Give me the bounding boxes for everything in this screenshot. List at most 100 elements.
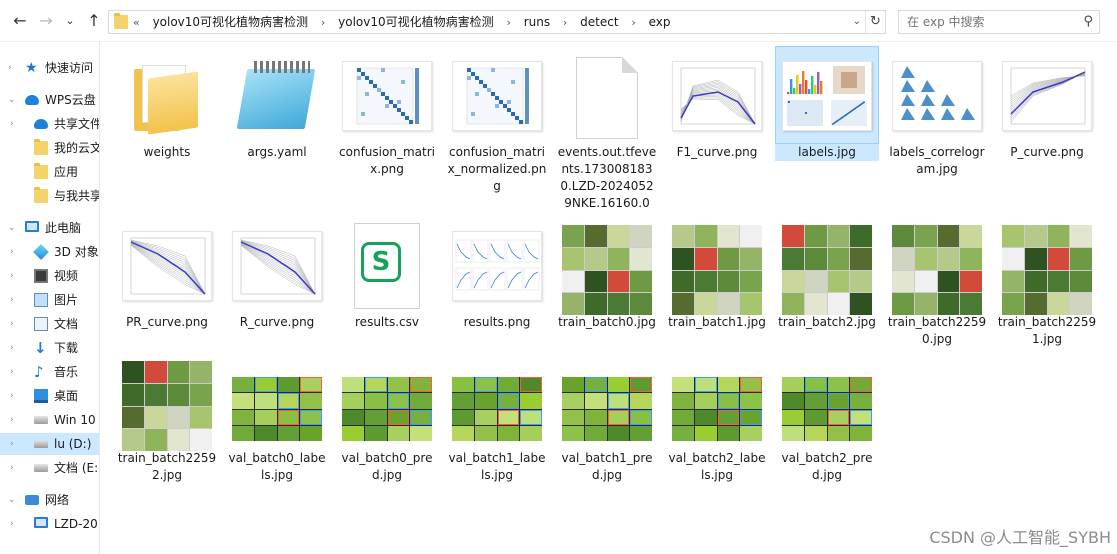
file-item[interactable]: val_batch1_pred.jpg <box>555 352 659 484</box>
file-item[interactable]: train_batch22590.jpg <box>885 216 989 348</box>
chevron-right-icon[interactable]: › <box>10 513 14 535</box>
file-item[interactable]: val_batch1_labels.jpg <box>445 352 549 484</box>
file-thumbnail[interactable] <box>225 46 329 144</box>
file-item[interactable]: labels_correlogram.jpg <box>885 46 989 178</box>
chevron-down-icon[interactable]: ⌄ <box>8 89 16 111</box>
address-bar[interactable]: « yolov10可视化植物病害检测 › yolov10可视化植物病害检测 › … <box>108 10 886 34</box>
sidebar-item[interactable]: ⌄ WPS云盘 <box>0 89 99 111</box>
chevron-right-icon[interactable]: › <box>10 241 14 263</box>
file-item[interactable]: P_curve.png <box>995 46 1099 161</box>
file-item[interactable]: val_batch0_pred.jpg <box>335 352 439 484</box>
sidebar-item[interactable]: › LZD-20 <box>0 513 99 535</box>
sidebar-item[interactable]: › Win 10 <box>0 409 99 431</box>
breadcrumb-item[interactable]: detect <box>580 15 618 29</box>
file-item[interactable]: val_batch0_labels.jpg <box>225 352 329 484</box>
sidebar-item[interactable]: › 图片 <box>0 289 99 311</box>
chevron-right-icon[interactable]: › <box>10 457 14 479</box>
search-icon[interactable]: ⚲ <box>1083 14 1093 29</box>
chevron-right-icon[interactable]: › <box>10 361 14 383</box>
up-arrow-icon[interactable]: ↑ <box>84 10 104 32</box>
chevron-right-icon[interactable]: › <box>10 289 14 311</box>
chevron-right-icon[interactable]: › <box>8 57 12 79</box>
sidebar-item[interactable]: › 共享文件 <box>0 113 99 135</box>
file-item[interactable]: train_batch0.jpg <box>555 216 659 331</box>
file-thumbnail[interactable] <box>775 46 879 144</box>
file-item[interactable]: train_batch1.jpg <box>665 216 769 331</box>
file-thumbnail[interactable] <box>335 352 439 450</box>
chevron-right-icon[interactable]: › <box>10 313 14 335</box>
file-item[interactable]: labels.jpg <box>775 46 879 161</box>
file-thumbnail[interactable] <box>555 46 659 144</box>
sidebar-item[interactable]: › ♪ 音乐 <box>0 361 99 383</box>
chevron-right-icon[interactable]: › <box>10 113 14 135</box>
search-input[interactable] <box>899 11 1069 33</box>
file-thumbnail[interactable] <box>555 216 659 315</box>
file-item[interactable]: train_batch22591.jpg <box>995 216 1099 348</box>
chevron-right-icon[interactable]: › <box>10 409 14 431</box>
chevron-right-icon[interactable]: › <box>10 433 14 455</box>
file-thumbnail[interactable] <box>555 352 659 450</box>
file-item[interactable]: val_batch2_pred.jpg <box>775 352 879 484</box>
sidebar-item[interactable]: ⌄ 此电脑 <box>0 217 99 239</box>
chevron-down-icon[interactable]: ⌄ <box>8 217 16 239</box>
file-item[interactable]: weights <box>115 46 219 161</box>
file-item[interactable]: results.png <box>445 216 549 331</box>
file-thumbnail[interactable] <box>225 352 329 450</box>
file-thumbnail[interactable] <box>665 46 769 144</box>
sidebar-item[interactable]: › 桌面 <box>0 385 99 407</box>
sidebar-item[interactable]: › 文档 <box>0 313 99 335</box>
address-dropdown-icon[interactable]: ⌄ <box>853 11 861 33</box>
breadcrumb-item[interactable]: exp <box>649 15 671 29</box>
breadcrumb-item[interactable]: yolov10可视化植物病害检测 <box>338 15 494 29</box>
file-thumbnail[interactable] <box>115 216 219 314</box>
file-thumbnail[interactable] <box>775 216 879 315</box>
file-thumbnail[interactable] <box>665 352 769 450</box>
file-item[interactable]: events.out.tfevents.1730081830.LZD-20240… <box>555 46 659 212</box>
file-item[interactable]: F1_curve.png <box>665 46 769 161</box>
search-box[interactable]: ⚲ <box>898 10 1100 34</box>
file-thumbnail[interactable] <box>775 352 879 450</box>
file-item[interactable]: R_curve.png <box>225 216 329 331</box>
chevron-right-icon[interactable]: › <box>10 337 14 359</box>
file-thumbnail[interactable] <box>885 46 989 144</box>
sidebar-item[interactable]: › 视频 <box>0 265 99 287</box>
file-thumbnail[interactable] <box>665 216 769 315</box>
chevron-right-icon[interactable]: › <box>10 385 14 407</box>
file-thumbnail[interactable] <box>115 46 219 144</box>
file-thumbnail[interactable] <box>115 352 219 451</box>
forward-arrow-icon[interactable]: → <box>36 10 56 32</box>
sidebar-item[interactable]: 我的云文 <box>0 137 99 159</box>
file-item[interactable]: confusion_matrix.png <box>335 46 439 178</box>
file-item[interactable]: args.yaml <box>225 46 329 161</box>
sidebar-item[interactable]: › 3D 对象 <box>0 241 99 263</box>
path-overflow-icon[interactable]: « <box>133 16 140 29</box>
file-thumbnail[interactable] <box>225 216 329 314</box>
file-thumbnail[interactable] <box>445 46 549 144</box>
file-item[interactable]: train_batch22592.jpg <box>115 352 219 484</box>
file-thumbnail[interactable] <box>995 46 1099 144</box>
file-item[interactable]: PR_curve.png <box>115 216 219 331</box>
breadcrumb-item[interactable]: yolov10可视化植物病害检测 <box>153 15 309 29</box>
chevron-right-icon[interactable]: › <box>10 265 14 287</box>
sidebar-item[interactable]: › 文档 (E: <box>0 457 99 479</box>
file-thumbnail[interactable] <box>885 216 989 315</box>
sidebar-item[interactable]: 与我共享 <box>0 185 99 207</box>
sidebar-item[interactable]: ⌄ 网络 <box>0 489 99 511</box>
recent-locations-icon[interactable]: ⌄ <box>60 10 80 32</box>
breadcrumb-item[interactable]: runs <box>524 15 550 29</box>
file-item[interactable]: confusion_matrix_normalized.png <box>445 46 549 195</box>
file-thumbnail[interactable] <box>445 216 549 314</box>
file-item[interactable]: train_batch2.jpg <box>775 216 879 331</box>
sidebar-item[interactable]: › ★ 快速访问 <box>0 57 99 79</box>
file-item[interactable]: val_batch2_labels.jpg <box>665 352 769 484</box>
file-thumbnail[interactable]: S <box>335 216 439 314</box>
chevron-down-icon[interactable]: ⌄ <box>8 489 16 511</box>
file-thumbnail[interactable] <box>445 352 549 450</box>
sidebar-item[interactable]: › ↓ 下载 <box>0 337 99 359</box>
sidebar-item[interactable]: 应用 <box>0 161 99 183</box>
file-thumbnail[interactable] <box>335 46 439 144</box>
refresh-icon[interactable]: ↻ <box>865 11 885 33</box>
back-arrow-icon[interactable]: ← <box>10 10 30 32</box>
sidebar-item[interactable]: › lu (D:) <box>0 433 99 455</box>
file-item[interactable]: Sresults.csv <box>335 216 439 331</box>
